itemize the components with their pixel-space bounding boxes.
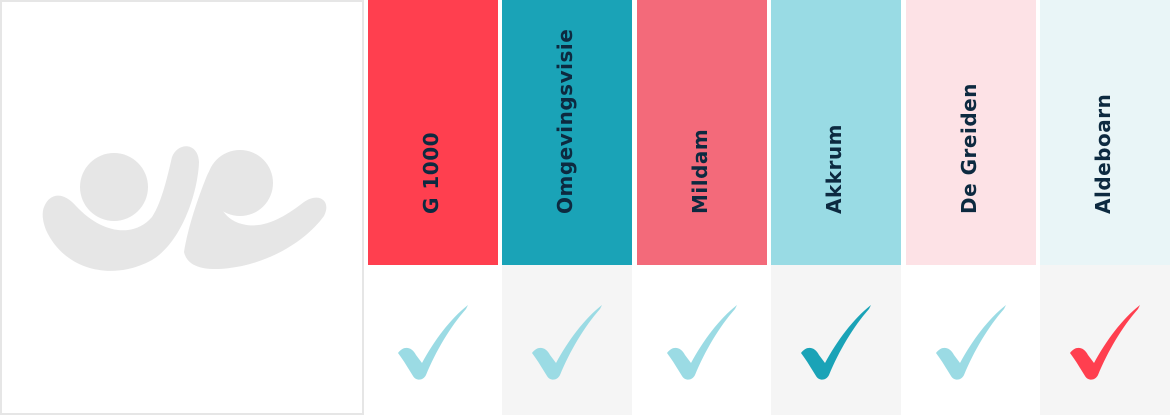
column-label: Mildam: [688, 128, 712, 214]
column-g1000: G 1000: [368, 0, 498, 415]
column-header: Omgevingsvisie: [502, 0, 632, 265]
checkmark-icon: [801, 305, 871, 380]
checkmark-icon: [532, 305, 602, 380]
column-label: De Greiden: [957, 83, 981, 214]
column-header: Aldeboarn: [1040, 0, 1170, 265]
column-header: Mildam: [637, 0, 767, 265]
checkmark-icon: [398, 305, 468, 380]
checkmark-icon: [936, 305, 1006, 380]
logo-panel: [0, 0, 364, 415]
column-aldeboarn: Aldeboarn: [1040, 0, 1170, 415]
column-de-greiden: De Greiden: [906, 0, 1036, 415]
column-omgevingsvisie: Omgevingsvisie: [502, 0, 632, 415]
column-cell: [906, 265, 1036, 415]
two-figures-logo-icon: [42, 146, 327, 271]
column-akkrum: Akkrum: [771, 0, 901, 415]
column-cell: [637, 265, 767, 415]
column-label: Aldeboarn: [1091, 93, 1115, 214]
column-header: G 1000: [368, 0, 498, 265]
column-cell: [368, 265, 498, 415]
column-cell: [502, 265, 632, 415]
column-label: Akkrum: [822, 123, 846, 214]
column-header: Akkrum: [771, 0, 901, 265]
checkmark-icon: [667, 305, 737, 380]
checkmark-icon: [1070, 305, 1140, 380]
column-label: Omgevingsvisie: [553, 28, 577, 214]
column-mildam: Mildam: [637, 0, 767, 415]
column-cell: [1040, 265, 1170, 415]
column-label: G 1000: [419, 131, 443, 214]
column-header: De Greiden: [906, 0, 1036, 265]
column-cell: [771, 265, 901, 415]
